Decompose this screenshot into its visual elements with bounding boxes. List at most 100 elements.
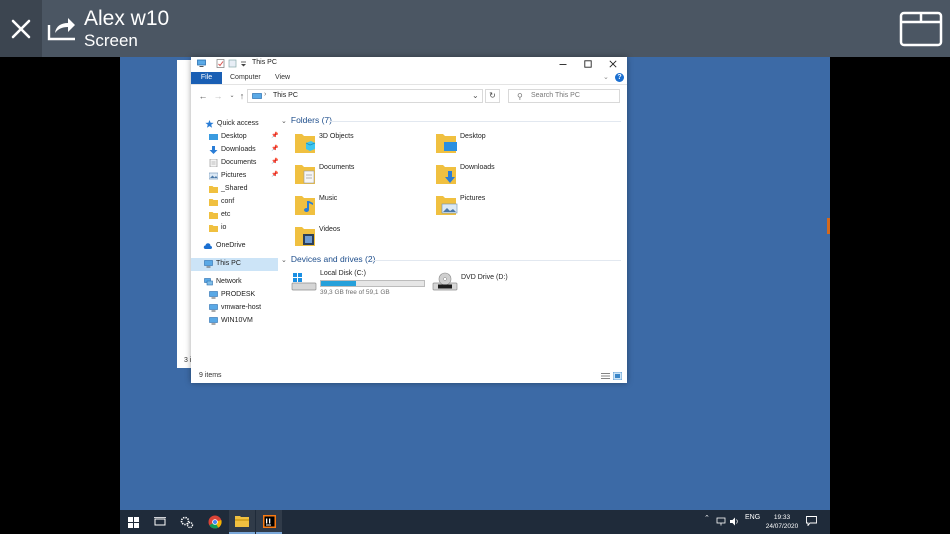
- back-button[interactable]: ←: [197, 90, 209, 102]
- sidebar-item-quick-access[interactable]: Quick access: [191, 118, 278, 131]
- clock-date: 24/07/2020: [765, 523, 799, 530]
- documents-icon: [209, 159, 218, 167]
- folder-label: Documents: [319, 164, 355, 171]
- search-icon: ⚲: [517, 92, 523, 101]
- sidebar-item-label: PRODESK: [221, 291, 256, 298]
- remote-session-header: Alex w10 Screen: [0, 0, 950, 57]
- close-session-button[interactable]: [0, 0, 42, 57]
- scroll-edge-indicator: [827, 218, 830, 234]
- folder-desktop[interactable]: Desktop: [434, 131, 564, 159]
- devices-group-header[interactable]: ⌄ Devices and drives (2): [281, 254, 375, 264]
- sidebar-item-shared[interactable]: _Shared: [191, 183, 278, 196]
- drive-label: Local Disk (C:): [320, 270, 366, 277]
- task-view-icon: [154, 517, 166, 526]
- new-folder-icon[interactable]: [228, 59, 237, 68]
- task-view-button[interactable]: [147, 510, 173, 534]
- details-view-icon[interactable]: [601, 372, 610, 380]
- this-pc-icon: [204, 260, 213, 268]
- breadcrumb[interactable]: This PC: [273, 92, 298, 99]
- folder-label: 3D Objects: [319, 133, 354, 140]
- minimize-button[interactable]: [551, 57, 575, 70]
- folder-downloads[interactable]: Downloads: [434, 162, 564, 190]
- maximize-button[interactable]: [576, 57, 600, 70]
- drive-usage-fill: [321, 281, 356, 286]
- volume-icon[interactable]: [730, 517, 740, 526]
- folder-music-icon: [295, 196, 315, 215]
- tab-view[interactable]: View: [275, 72, 290, 84]
- close-window-button[interactable]: [601, 57, 625, 70]
- search-input[interactable]: ⚲ Search This PC: [508, 89, 620, 103]
- sidebar-item-this-pc[interactable]: This PC: [191, 258, 278, 271]
- address-dropdown-icon[interactable]: ⌄: [472, 91, 479, 100]
- sidebar-item-vmware-host[interactable]: vmware-host: [191, 302, 278, 315]
- sidebar-item-prodesk[interactable]: PRODESK: [191, 289, 278, 302]
- properties-icon[interactable]: [216, 59, 225, 68]
- sidebar-item-label: Desktop: [221, 133, 247, 140]
- refresh-button[interactable]: ↻: [485, 89, 500, 103]
- folder-label: Videos: [319, 226, 341, 233]
- folder-pictures[interactable]: Pictures: [434, 193, 564, 221]
- maximize-icon: [584, 59, 592, 68]
- language-indicator[interactable]: ENG: [745, 514, 760, 521]
- action-center-icon[interactable]: [806, 516, 817, 526]
- expand-ribbon-icon[interactable]: ⌄: [603, 73, 609, 81]
- sidebar-item-label: Downloads: [221, 146, 256, 153]
- start-button[interactable]: [120, 510, 146, 534]
- drive-dvd-d[interactable]: DVD Drive (D:): [432, 270, 532, 298]
- desktop-folder-icon: [209, 134, 218, 140]
- this-pc-icon: [252, 93, 262, 99]
- folder-videos[interactable]: Videos: [293, 224, 423, 252]
- window-mode-icon[interactable]: [899, 11, 943, 47]
- divider: [371, 260, 621, 261]
- folder-documents[interactable]: Documents: [293, 162, 423, 190]
- sidebar-item-conf[interactable]: conf: [191, 196, 278, 209]
- sidebar-item-documents[interactable]: Documents 📌: [191, 157, 278, 170]
- taskbar-settings-app[interactable]: [174, 510, 200, 534]
- file-explorer-icon: [235, 516, 249, 527]
- taskbar-chrome[interactable]: [202, 510, 228, 534]
- title-bar[interactable]: This PC: [191, 57, 627, 71]
- windows-logo-icon: [127, 516, 139, 528]
- folder-label: Desktop: [460, 133, 486, 140]
- pictures-icon: [209, 172, 218, 180]
- status-bar: 9 items: [191, 370, 627, 383]
- sidebar-item-onedrive[interactable]: OneDrive: [191, 240, 278, 253]
- show-hidden-icons-chevron[interactable]: ⌃: [704, 514, 710, 522]
- taskbar: ⌃ ENG 19:33 24/07/2020: [120, 510, 830, 534]
- gear-icon: [180, 516, 194, 529]
- drive-local-disk-c[interactable]: Local Disk (C:) 39,3 GB free of 59,1 GB: [291, 270, 431, 298]
- taskbar-file-explorer[interactable]: [229, 510, 255, 534]
- sidebar-item-win10vm[interactable]: WIN10VM: [191, 315, 278, 328]
- window-title: This PC: [252, 59, 277, 66]
- taskbar-intellij[interactable]: [256, 510, 282, 534]
- sidebar-item-desktop[interactable]: Desktop 📌: [191, 131, 278, 144]
- folder-label: Downloads: [460, 164, 495, 171]
- close-icon: [11, 19, 31, 38]
- tab-file[interactable]: File: [191, 72, 222, 84]
- sidebar-item-network[interactable]: Network: [191, 276, 278, 289]
- sidebar-item-etc[interactable]: etc: [191, 209, 278, 222]
- large-icons-view-icon[interactable]: [613, 372, 622, 380]
- sidebar-item-pictures[interactable]: Pictures 📌: [191, 170, 278, 183]
- tab-computer[interactable]: Computer: [230, 72, 261, 84]
- network-status-icon[interactable]: [716, 517, 726, 526]
- sidebar-item-label: conf: [221, 198, 235, 205]
- close-icon: [609, 59, 617, 68]
- folder-music[interactable]: Music: [293, 193, 423, 221]
- address-bar[interactable]: › This PC ⌄: [247, 89, 483, 103]
- forward-button[interactable]: →: [212, 90, 224, 102]
- computer-icon: [209, 317, 218, 325]
- sidebar-item-downloads[interactable]: Downloads 📌: [191, 144, 278, 157]
- sidebar-item-label: Quick access: [217, 120, 259, 127]
- sidebar-item-io[interactable]: io: [191, 222, 278, 235]
- minimize-icon: [559, 63, 567, 65]
- folders-group-header[interactable]: ⌄ Folders (7): [281, 115, 332, 125]
- customize-quick-access-icon[interactable]: [239, 59, 248, 68]
- folder-icon: [209, 186, 218, 193]
- search-placeholder: Search This PC: [531, 92, 580, 99]
- computer-icon: [209, 291, 218, 299]
- folder-3d-objects[interactable]: 3D Objects: [293, 131, 423, 159]
- clock-time: 19:33: [773, 514, 791, 521]
- help-icon[interactable]: ?: [615, 73, 624, 82]
- system-clock[interactable]: 19:33 24/07/2020: [762, 513, 802, 531]
